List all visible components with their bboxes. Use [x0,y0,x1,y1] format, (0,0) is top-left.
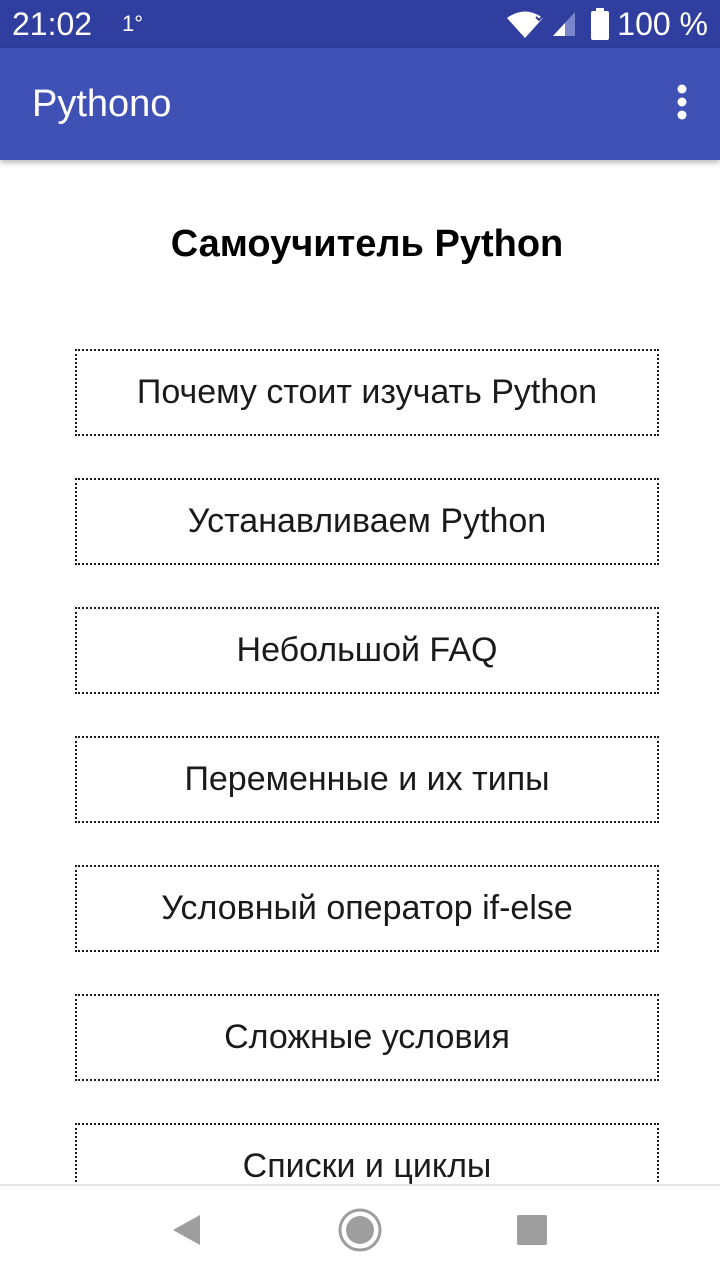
lesson-button-why-python[interactable]: Почему стоит изучать Python [75,349,659,436]
battery-percent: 100 % [617,6,708,42]
battery-icon [591,8,610,40]
signal-icon [551,10,577,38]
recents-icon [516,1214,548,1251]
navigation-bar [0,1184,720,1280]
lesson-button-faq[interactable]: Небольшой FAQ [75,607,659,694]
status-icons: 100 % [505,6,708,42]
home-button[interactable] [328,1200,392,1264]
lesson-button-lists-loops[interactable]: Списки и циклы [75,1123,659,1184]
lesson-button-complex-conditions[interactable]: Сложные условия [75,994,659,1081]
more-vert-icon [676,84,688,125]
status-bar: 21:02 1° 100 % [0,0,720,48]
notification-indicator: 1° [122,11,144,36]
back-button[interactable] [154,1200,218,1264]
lesson-button-variables[interactable]: Переменные и их типы [75,736,659,823]
content-scroll[interactable]: Самоучитель Python Почему стоит изучать … [0,160,720,1184]
app-title: Pythono [32,83,172,125]
app-bar: Pythono [0,48,720,160]
lesson-list: Почему стоит изучать Python Устанавливае… [75,349,659,1184]
recents-button[interactable] [500,1200,564,1264]
home-icon [337,1207,383,1258]
lesson-button-install-python[interactable]: Устанавливаем Python [75,478,659,565]
wifi-icon [505,9,545,39]
overflow-menu-button[interactable] [662,76,702,132]
back-icon [170,1213,202,1252]
lesson-button-if-else[interactable]: Условный оператор if-else [75,865,659,952]
page-title: Самоучитель Python [170,223,564,265]
screen: 21:02 1° 100 % Pythono Самоучитель Pytho… [0,0,720,1280]
status-time: 21:02 [12,6,93,42]
